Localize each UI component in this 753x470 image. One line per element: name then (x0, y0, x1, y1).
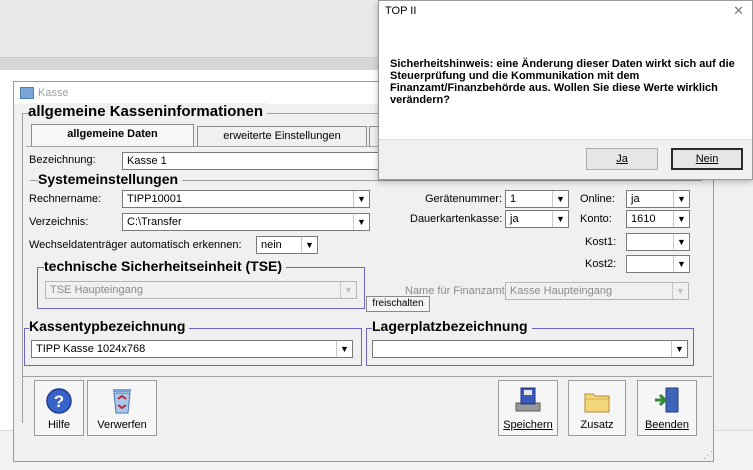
konto-select[interactable]: 1610 ▼ (626, 210, 690, 228)
tab-allgemeine-daten[interactable]: allgemeine Daten (31, 124, 194, 146)
lagerplatz-select[interactable]: ▼ (372, 340, 688, 358)
chevron-down-icon[interactable]: ▼ (353, 191, 369, 207)
chevron-down-icon[interactable]: ▼ (301, 237, 317, 253)
chevron-down-icon[interactable]: ▼ (673, 256, 689, 272)
window-title: Kasse (38, 87, 69, 99)
systemeinstellungen-title: Systemeinstellungen (38, 171, 183, 187)
zusatz-button[interactable]: Zusatz (568, 380, 626, 436)
chevron-down-icon[interactable]: ▼ (673, 211, 689, 227)
verzeichnis-select[interactable]: C:\Transfer ▼ (122, 213, 370, 231)
speichern-button[interactable]: Speichern (498, 380, 558, 436)
kassentyp-value: TIPP Kasse 1024x768 (36, 343, 146, 355)
window-app-icon (20, 87, 34, 99)
nein-button[interactable]: Nein (671, 148, 743, 170)
close-icon[interactable]: ✕ (733, 3, 744, 19)
speichern-label: Speichern (503, 419, 553, 431)
rechnername-label: Rechnername: (29, 193, 102, 205)
kassentyp-title: Kassentypbezeichnung (29, 318, 190, 334)
zusatz-label: Zusatz (580, 419, 614, 431)
chevron-down-icon[interactable]: ▼ (673, 191, 689, 207)
svg-text:?: ? (54, 392, 64, 411)
dauerkarten-value: ja (510, 213, 519, 225)
dauerkarten-label: Dauerkartenkasse: (410, 213, 503, 225)
online-label: Online: (580, 193, 615, 205)
toolbar-frame-top (22, 376, 712, 377)
verzeichnis-value: C:\Transfer (127, 216, 182, 228)
tab-erweiterte-einstellungen[interactable]: erweiterte Einstellungen (197, 126, 367, 146)
recycle-bin-icon (113, 389, 131, 414)
kost2-label: Kost2: (585, 258, 617, 270)
kassentyp-select[interactable]: TIPP Kasse 1024x768 ▼ (31, 340, 353, 358)
chevron-down-icon[interactable]: ▼ (552, 211, 568, 227)
wechsel-label: Wechseldatenträger automatisch erkennen: (29, 239, 242, 251)
folder-icon (584, 393, 610, 413)
online-value: ja (631, 193, 640, 205)
ja-label: Ja (616, 153, 628, 165)
lagerplatz-title: Lagerplatzbezeichnung (372, 318, 532, 334)
konto-value: 1610 (631, 213, 656, 225)
tse-select: TSE Haupteingang ▼ (45, 281, 357, 299)
resize-grip-icon[interactable]: ⋰ (703, 450, 713, 461)
finanzamt-input: Kasse Haupteingang ▼ (505, 282, 689, 300)
chevron-down-icon[interactable]: ▼ (336, 341, 352, 357)
hilfe-label: Hilfe (47, 419, 70, 431)
rechnername-value: TIPP10001 (127, 193, 183, 205)
verwerfen-label: Verwerfen (97, 419, 147, 431)
bezeichnung-input[interactable]: Kasse 1 (122, 152, 380, 170)
beenden-label: Beenden (644, 419, 690, 431)
confirm-dialog: TOP II ✕ Sicherheitshinweis: eine Änderu… (378, 0, 753, 180)
chevron-down-icon[interactable]: ▼ (673, 234, 689, 250)
save-icon (515, 387, 541, 412)
online-select[interactable]: ja ▼ (626, 190, 690, 208)
beenden-button[interactable]: Beenden (637, 380, 697, 436)
chevron-down-icon[interactable]: ▼ (353, 214, 369, 230)
help-icon: ? (46, 388, 72, 414)
konto-label: Konto: (580, 213, 612, 225)
chevron-down-icon[interactable]: ▼ (671, 341, 687, 357)
finanzamt-label: Name für Finanzamt: (405, 285, 508, 297)
dialog-title: TOP II (385, 5, 417, 17)
rechnername-select[interactable]: TIPP10001 ▼ (122, 190, 370, 208)
geraetenummer-value: 1 (510, 193, 517, 205)
ja-button[interactable]: Ja (586, 148, 658, 170)
kost1-label: Kost1: (585, 236, 617, 248)
verzeichnis-label: Verzeichnis: (29, 216, 89, 228)
wechsel-select[interactable]: nein ▼ (256, 236, 318, 254)
exit-door-icon (655, 387, 679, 413)
verwerfen-button[interactable]: Verwerfen (87, 380, 157, 436)
chevron-down-icon: ▼ (672, 283, 688, 299)
finanzamt-value: Kasse Haupteingang (510, 285, 613, 297)
dauerkarten-select[interactable]: ja ▼ (505, 210, 569, 228)
tse-value: TSE Haupteingang (50, 284, 143, 296)
chevron-down-icon: ▼ (340, 282, 356, 298)
geraetenummer-label: Gerätenummer: (425, 193, 503, 205)
nein-label: Nein (695, 153, 719, 165)
freischalten-button[interactable]: freischalten (366, 296, 430, 312)
tab-baseline (26, 146, 381, 147)
kost2-select[interactable]: ▼ (626, 255, 690, 273)
tse-title: technische Sicherheitseinheit (TSE) (44, 258, 287, 274)
bezeichnung-label: Bezeichnung: (29, 154, 96, 166)
page-heading: allgemeine Kasseninformationen (28, 103, 268, 120)
chevron-down-icon[interactable]: ▼ (552, 191, 568, 207)
kost1-select[interactable]: ▼ (626, 233, 690, 251)
dialog-message: Sicherheitshinweis: eine Änderung dieser… (390, 58, 735, 106)
hilfe-button[interactable]: ? Hilfe (34, 380, 84, 436)
wechsel-value: nein (261, 239, 282, 251)
geraetenummer-select[interactable]: 1 ▼ (505, 190, 569, 208)
